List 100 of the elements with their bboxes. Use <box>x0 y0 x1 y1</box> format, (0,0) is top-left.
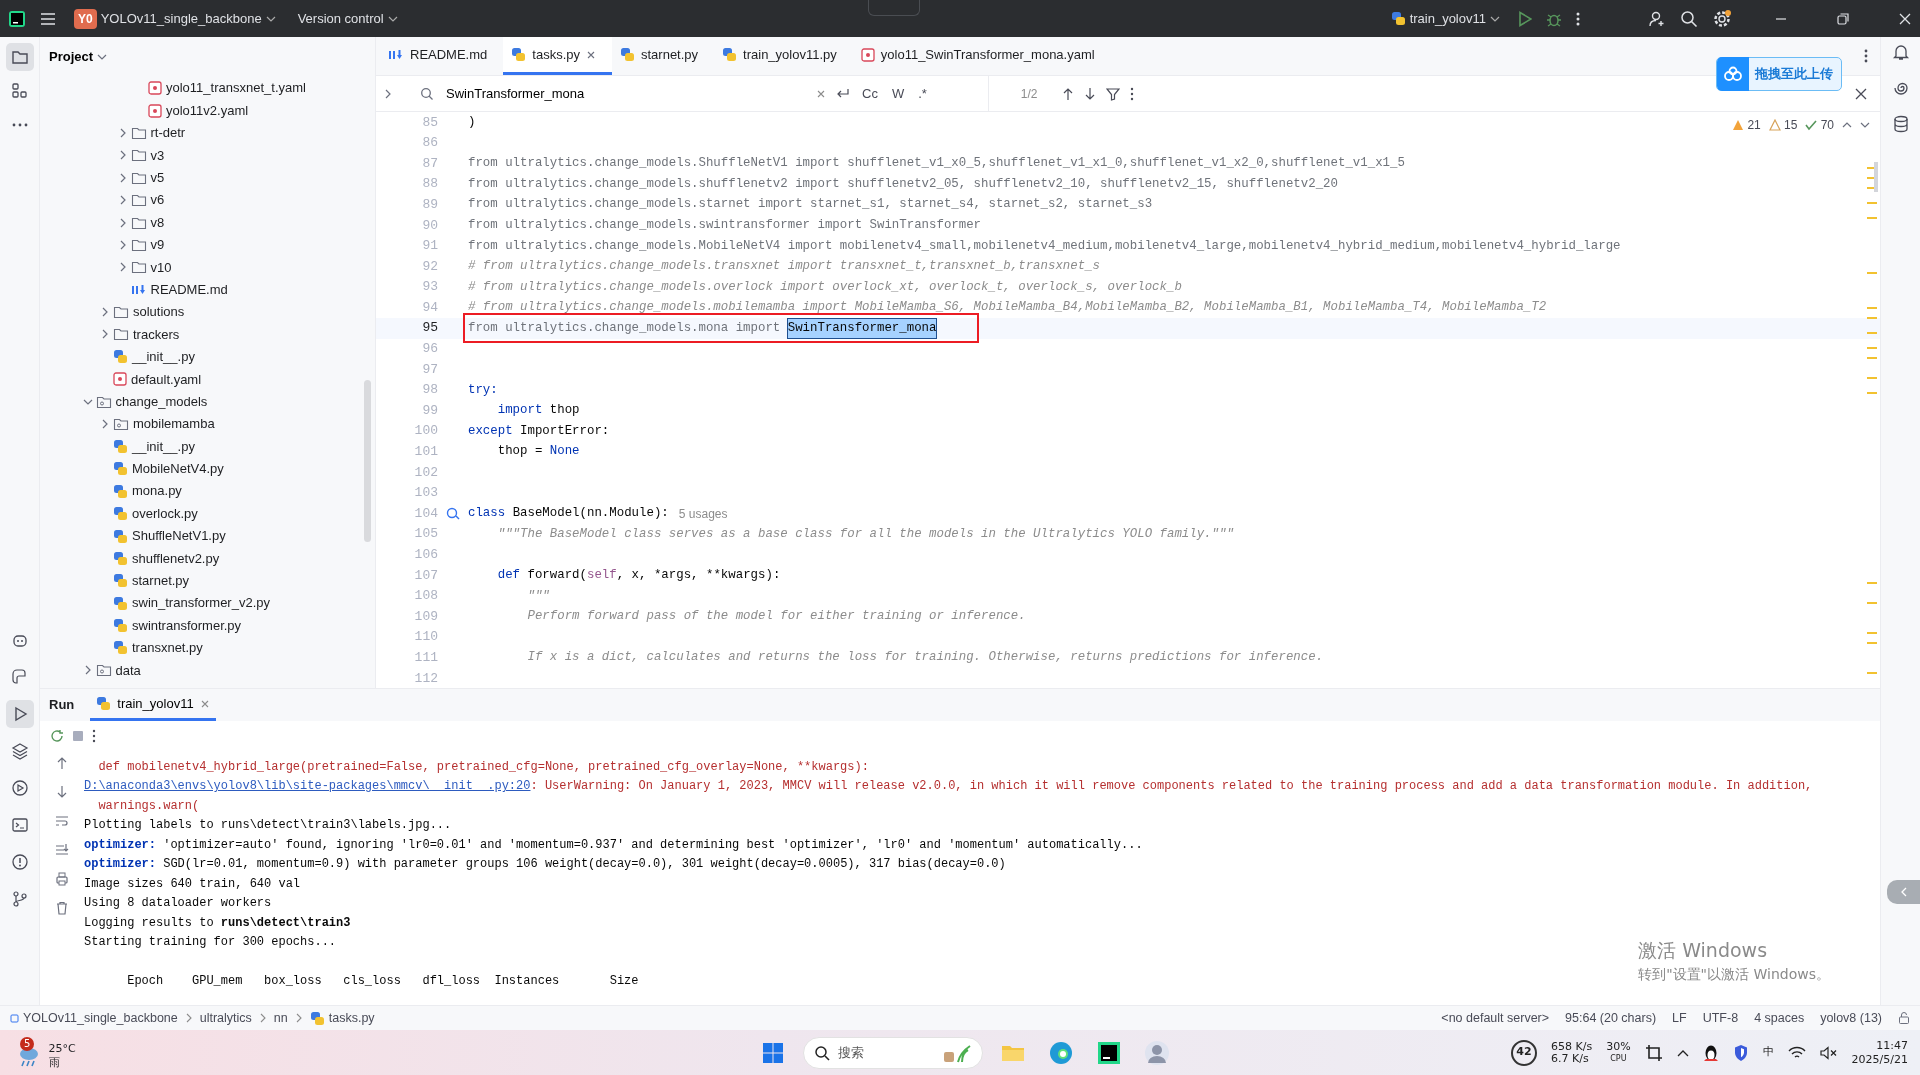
tree-item[interactable]: yolo11_transxnet_t.yaml <box>40 77 375 100</box>
tree-item[interactable]: transxnet.py <box>40 636 375 660</box>
typo-count[interactable]: 70 <box>1820 116 1834 134</box>
run-configuration-selector[interactable]: train_yolov11 <box>1386 6 1504 31</box>
tree-item[interactable]: MobileNetV4.py <box>40 457 375 481</box>
run-tab[interactable]: train_yolov11 <box>90 689 216 721</box>
tree-item[interactable]: __init__.py <box>40 435 375 458</box>
weak-warning-count[interactable]: 15 <box>1784 116 1798 134</box>
arrow-up-icon[interactable] <box>1061 86 1074 101</box>
search-field[interactable]: SwinTransformer_mona <box>446 83 806 104</box>
tree-item[interactable]: shufflenetv2.py <box>40 547 375 570</box>
tree-item[interactable]: overlock.py <box>40 502 375 525</box>
input-method-indicator[interactable]: 中 <box>1762 1044 1774 1061</box>
scrollbar[interactable] <box>364 380 371 542</box>
menu-icon[interactable] <box>40 11 56 26</box>
breadcrumb[interactable]: nn <box>273 1008 288 1028</box>
database-icon[interactable] <box>1891 115 1910 133</box>
more-icon[interactable] <box>92 729 96 743</box>
penguin-icon[interactable] <box>1702 1043 1719 1062</box>
panel-title-dropdown[interactable]: Project <box>49 47 108 67</box>
tree-item[interactable]: v9 <box>40 233 375 257</box>
usages-hint[interactable]: 5 usages <box>678 504 728 523</box>
close-icon[interactable] <box>1854 86 1868 101</box>
chevron-down-icon[interactable] <box>1860 121 1870 129</box>
rerun-icon[interactable] <box>50 729 64 743</box>
arrow-down-icon[interactable] <box>1083 86 1096 101</box>
folder-icon[interactable] <box>5 43 34 71</box>
tree-item[interactable]: v5 <box>40 166 375 189</box>
more-icon[interactable] <box>1864 48 1868 64</box>
wifi-icon[interactable] <box>1787 1045 1806 1060</box>
add-user-icon[interactable] <box>1648 9 1666 28</box>
clear-icon[interactable] <box>816 88 826 99</box>
side-panel-handle[interactable] <box>1886 880 1920 904</box>
run-icon[interactable] <box>1518 10 1532 27</box>
tree-item[interactable]: __init__.py <box>40 345 375 369</box>
tree-item[interactable]: v10 <box>40 256 375 279</box>
match-case-toggle[interactable]: Cc <box>860 83 880 104</box>
search-icon[interactable] <box>1680 9 1698 28</box>
tree-item[interactable]: README.md <box>40 278 375 301</box>
tree-item[interactable]: solutions <box>40 300 375 324</box>
badge-counter[interactable]: 42 <box>1511 1039 1537 1066</box>
speaker-muted-icon[interactable] <box>1819 1045 1838 1060</box>
breadcrumb[interactable]: ultralytics <box>199 1008 252 1028</box>
tree-item[interactable]: v3 <box>40 144 375 167</box>
breadcrumb[interactable]: YOLOv11_single_backbone <box>10 1008 178 1028</box>
run-icon[interactable] <box>5 700 34 728</box>
weather-widget[interactable]: 5 25°C 雨 <box>12 1032 80 1073</box>
regex-toggle[interactable]: .* <box>916 83 929 104</box>
shield-icon[interactable] <box>1732 1043 1749 1062</box>
clock[interactable]: 11:47 2025/5/21 <box>1851 1038 1908 1067</box>
scroll-to-end-icon[interactable] <box>55 843 69 857</box>
status-item[interactable]: 4 spaces <box>1754 1008 1805 1028</box>
status-item[interactable]: 95:64 (20 chars) <box>1565 1008 1657 1028</box>
editor-tab[interactable]: tasks.py <box>503 37 612 75</box>
scroll-up-icon[interactable] <box>55 756 69 770</box>
tree-item[interactable]: swin_transformer_v2.py <box>40 592 375 615</box>
tree-item[interactable]: data <box>40 659 375 682</box>
version-control-menu[interactable]: Version control <box>293 6 402 31</box>
status-item[interactable]: LF <box>1672 1008 1687 1028</box>
expand-icon[interactable] <box>384 88 392 99</box>
filter-icon[interactable] <box>1105 86 1120 101</box>
warning-count[interactable]: 21 <box>1747 116 1761 134</box>
lock-icon[interactable] <box>1898 1012 1910 1024</box>
tree-item[interactable]: yolo11v2.yaml <box>40 99 375 122</box>
status-item[interactable]: <no default server> <box>1441 1008 1550 1028</box>
breadcrumb[interactable]: tasks.py <box>309 1008 375 1028</box>
newline-icon[interactable] <box>836 87 850 100</box>
trash-icon[interactable] <box>55 901 69 915</box>
file-link[interactable]: D:\anaconda3\envs\yolov8\lib\site-packages\mmcv\__init__.py:20 <box>84 777 531 796</box>
tree-item[interactable]: change_models <box>40 390 375 413</box>
more-icon[interactable] <box>1576 10 1580 27</box>
tree-item[interactable]: v8 <box>40 211 375 234</box>
more-icon[interactable] <box>1129 86 1134 101</box>
restore-icon[interactable] <box>1836 11 1850 26</box>
upload-button[interactable]: 拖拽至此上传 <box>1716 57 1842 91</box>
editor-tab[interactable]: starnet.py <box>612 37 715 75</box>
tree-item[interactable]: rt-detr <box>40 121 375 145</box>
editor-tab[interactable]: README.md <box>380 37 504 75</box>
tree-item[interactable]: trackers <box>40 323 375 346</box>
settings-icon[interactable] <box>1712 8 1732 29</box>
editor-tab[interactable]: train_yolov11.py <box>714 37 853 75</box>
tree-item[interactable]: v6 <box>40 188 375 212</box>
soft-wrap-icon[interactable] <box>55 814 69 828</box>
tree-item[interactable]: starnet.py <box>40 569 375 592</box>
tree-item[interactable]: mobilemamba <box>40 412 375 436</box>
words-toggle[interactable]: W <box>889 83 907 104</box>
tree-item[interactable]: swintransformer.py <box>40 614 375 637</box>
editor-tab[interactable]: yolo11_SwinTransformer_mona.yaml <box>852 37 1111 75</box>
caret-up-icon[interactable] <box>1676 1048 1689 1057</box>
tree-item[interactable]: default.yaml <box>40 368 375 391</box>
tree-item[interactable]: mona.py <box>40 480 375 503</box>
status-item[interactable]: yolov8 (13) <box>1820 1008 1882 1028</box>
status-item[interactable]: UTF-8 <box>1702 1008 1739 1028</box>
crop-icon[interactable] <box>1644 1043 1663 1062</box>
taskbar-search[interactable]: 搜索 <box>803 1036 983 1069</box>
scroll-down-icon[interactable] <box>55 785 69 799</box>
workspace-switcher[interactable]: Y0 YOLOv11_single_backbone <box>70 6 280 31</box>
tree-item[interactable]: ShuffleNetV1.py <box>40 524 375 548</box>
close-icon[interactable] <box>586 49 596 60</box>
print-icon[interactable] <box>55 872 69 886</box>
